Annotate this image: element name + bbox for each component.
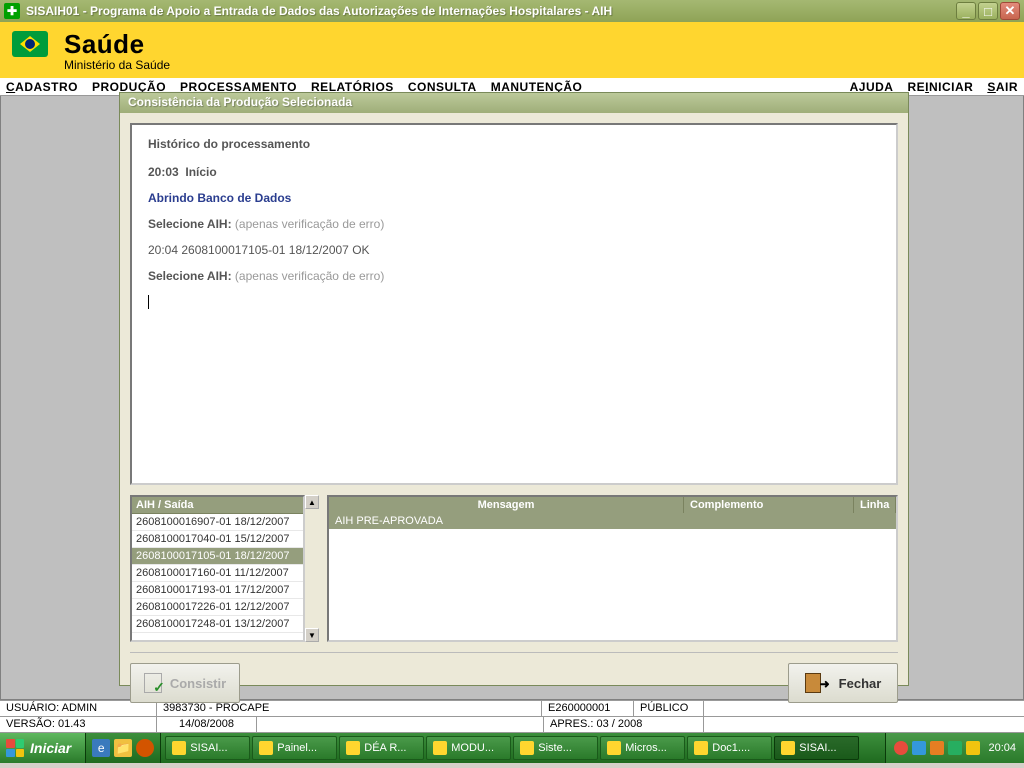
status-publico: PÚBLICO [634,701,704,717]
task-app-icon [781,741,795,755]
start-button[interactable]: Iniciar [0,733,86,763]
menu-sair[interactable]: SAIR [987,80,1018,94]
window-title: SISAIH01 - Programa de Apoio a Entrada d… [26,4,956,18]
app-header: Saúde Ministério da Saúde [0,22,1024,78]
taskbar-item[interactable]: SISAI... [774,736,859,760]
log-line-1: 20:03 Início [148,165,880,179]
menu-reiniciar[interactable]: REINICIAR [907,80,973,94]
taskbar: Iniciar e 📁 SISAI... Painel... DÉA R... MOD… [0,733,1024,763]
task-label: SISAI... [190,742,227,754]
task-app-icon [259,741,273,755]
status-cnes: E260000001 [542,701,634,717]
workspace: Consistência da Produção Selecionada His… [0,96,1024,700]
taskbar-item[interactable]: Siste... [513,736,598,760]
message-row[interactable]: AIH PRE-APROVADA [329,513,896,529]
firefox-icon[interactable] [136,739,154,757]
ie-icon[interactable]: e [92,739,110,757]
list-item[interactable]: 2608100017226-01 12/12/2007 [132,599,303,616]
start-label: Iniciar [30,740,71,756]
task-label: Doc1.... [712,742,750,754]
tray-icon-4[interactable] [948,741,962,755]
fechar-button[interactable]: Fechar [788,663,898,703]
aih-scrollbar[interactable]: ▲ ▼ [305,495,321,642]
message-table: Mensagem Complemento Linha AIH PRE-APROV… [327,495,898,642]
check-icon [144,673,162,693]
col-linha: Linha [854,497,896,513]
task-label: MODU... [451,742,494,754]
log-line-3: Selecione AIH: (apenas verificação de er… [148,217,880,231]
status-data: 14/08/2008 [157,717,257,733]
header-subtitle: Ministério da Saúde [64,58,170,72]
status-versao: VERSÃO: 01.43 [0,717,157,733]
taskbar-item[interactable]: DÉA R... [339,736,424,760]
list-item[interactable]: 2608100017248-01 13/12/2007 [132,616,303,633]
task-app-icon [433,741,447,755]
system-tray: 20:04 [885,733,1024,763]
log-line-2: Abrindo Banco de Dados [148,191,880,205]
tray-clock: 20:04 [988,742,1016,754]
tray-icon-5[interactable] [966,741,980,755]
status-estab: 3983730 - PROCAPE [157,701,542,717]
aih-list: AIH / Saída 2608100016907-01 18/12/20072… [130,495,305,642]
taskbar-item[interactable]: Doc1.... [687,736,772,760]
aih-list-header: AIH / Saída [132,497,303,514]
task-app-icon [607,741,621,755]
statusbar: USUÁRIO: ADMIN 3983730 - PROCAPE E260000… [0,700,1024,733]
taskbar-item[interactable]: Micros... [600,736,685,760]
tray-icon-3[interactable] [930,741,944,755]
brazil-flag-icon [12,31,52,69]
col-mensagem: Mensagem [329,497,684,513]
list-item[interactable]: 2608100017193-01 17/12/2007 [132,582,303,599]
tray-icon-1[interactable] [894,741,908,755]
scroll-up-icon[interactable]: ▲ [305,495,319,509]
status-apres: APRES.: 03 / 2008 [544,717,704,733]
list-item[interactable]: 2608100017105-01 18/12/2007 [132,548,303,565]
quick-launch: e 📁 [86,733,161,763]
window-titlebar: ✚ SISAIH01 - Programa de Apoio a Entrada… [0,0,1024,22]
task-label: SISAI... [799,742,836,754]
status-usuario: USUÁRIO: ADMIN [0,701,157,717]
text-cursor [148,295,149,309]
minimize-button[interactable]: _ [956,2,976,20]
folder-icon[interactable]: 📁 [114,739,132,757]
log-line-4: 20:04 2608100017105-01 18/12/2007 OK [148,243,880,257]
task-app-icon [346,741,360,755]
menu-cadastro[interactable]: CADASTRO [6,80,78,94]
app-icon: ✚ [4,3,20,19]
task-items: SISAI... Painel... DÉA R... MODU... Siste...… [161,733,885,763]
dialog-title: Consistência da Produção Selecionada [120,93,908,113]
task-label: DÉA R... [364,742,406,754]
windows-logo-icon [6,739,24,757]
task-label: Painel... [277,742,317,754]
log-panel: Histórico do processamento 20:03 Início … [130,123,898,485]
task-label: Micros... [625,742,667,754]
consistencia-dialog: Consistência da Produção Selecionada His… [119,92,909,686]
task-app-icon [172,741,186,755]
fechar-label: Fechar [839,676,882,691]
task-app-icon [694,741,708,755]
list-item[interactable]: 2608100017040-01 15/12/2007 [132,531,303,548]
scroll-down-icon[interactable]: ▼ [305,628,319,642]
close-button[interactable]: ✕ [1000,2,1020,20]
log-line-5: Selecione AIH: (apenas verificação de er… [148,269,880,283]
tray-icon-2[interactable] [912,741,926,755]
log-label: Histórico do processamento [148,137,880,151]
list-item[interactable]: 2608100016907-01 18/12/2007 [132,514,303,531]
taskbar-item[interactable]: SISAI... [165,736,250,760]
task-label: Siste... [538,742,572,754]
taskbar-item[interactable]: MODU... [426,736,511,760]
taskbar-item[interactable]: Painel... [252,736,337,760]
door-icon [805,673,821,693]
header-title: Saúde [64,29,170,60]
consistir-button[interactable]: Consistir [130,663,240,703]
list-item[interactable]: 2608100017160-01 11/12/2007 [132,565,303,582]
maximize-button[interactable]: □ [978,2,998,20]
col-complemento: Complemento [684,497,854,513]
consistir-label: Consistir [170,676,226,691]
task-app-icon [520,741,534,755]
